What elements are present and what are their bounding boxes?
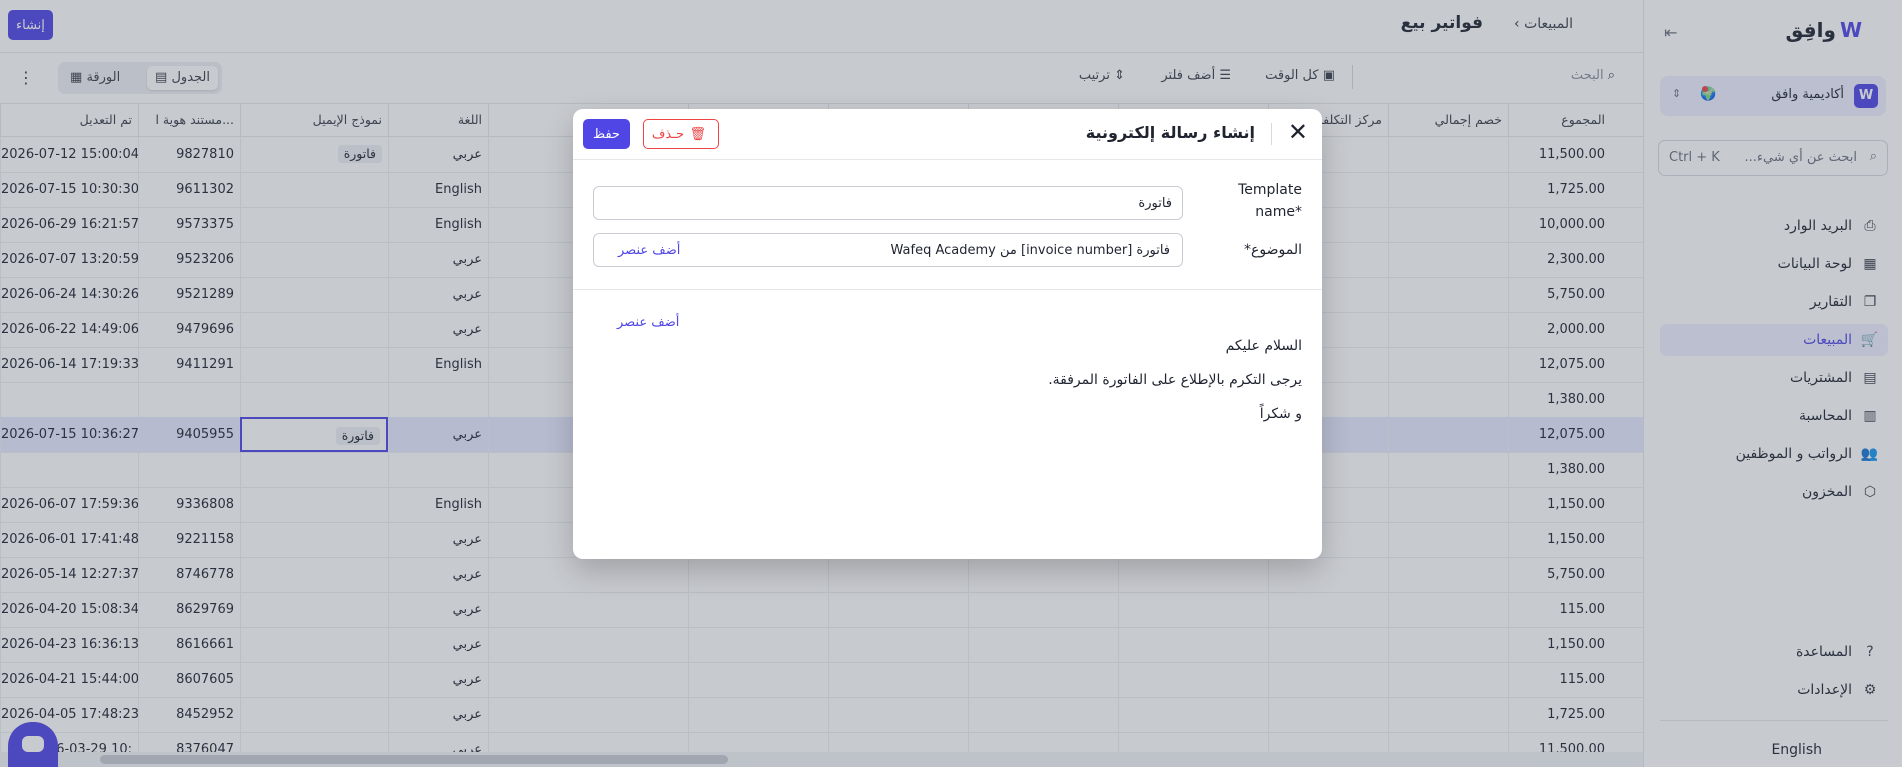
close-icon[interactable]: ✕ [1288, 119, 1308, 145]
delete-button[interactable]: 🗑 حـذف [643, 119, 719, 149]
subject-add-element-button[interactable]: أضف عنصر [618, 243, 680, 258]
subject-value: فاتورة [invoice number] من Wafeq Academy [890, 243, 1170, 258]
body-line-message[interactable]: يرجى التكرم بالإطلاع على الفاتورة المرفق… [1048, 372, 1302, 388]
subject-input[interactable]: فاتورة [invoice number] من Wafeq Academy… [593, 233, 1183, 267]
modal-title: إنشاء رسالة إلكترونية [1085, 123, 1255, 142]
body-add-element-button[interactable]: أضف عنصر [617, 315, 679, 330]
subject-label: الموضوع* [1244, 242, 1302, 258]
body-line-greeting[interactable]: السلام عليكم [1226, 338, 1302, 354]
template-name-label: Template name* [1238, 182, 1302, 220]
body-line-thanks[interactable]: و شكراً [1260, 406, 1302, 422]
delete-label: حـذف [651, 126, 684, 141]
modal-header: ✕ إنشاء رسالة إلكترونية حفظ 🗑 حـذف [573, 109, 1322, 160]
save-button[interactable]: حفظ [583, 119, 630, 149]
header-divider [1271, 123, 1272, 145]
trash-icon: 🗑 [689, 126, 706, 141]
modal-divider [573, 289, 1322, 290]
template-name-input[interactable] [593, 186, 1183, 220]
create-email-modal: ✕ إنشاء رسالة إلكترونية حفظ 🗑 حـذف Templ… [573, 109, 1322, 559]
